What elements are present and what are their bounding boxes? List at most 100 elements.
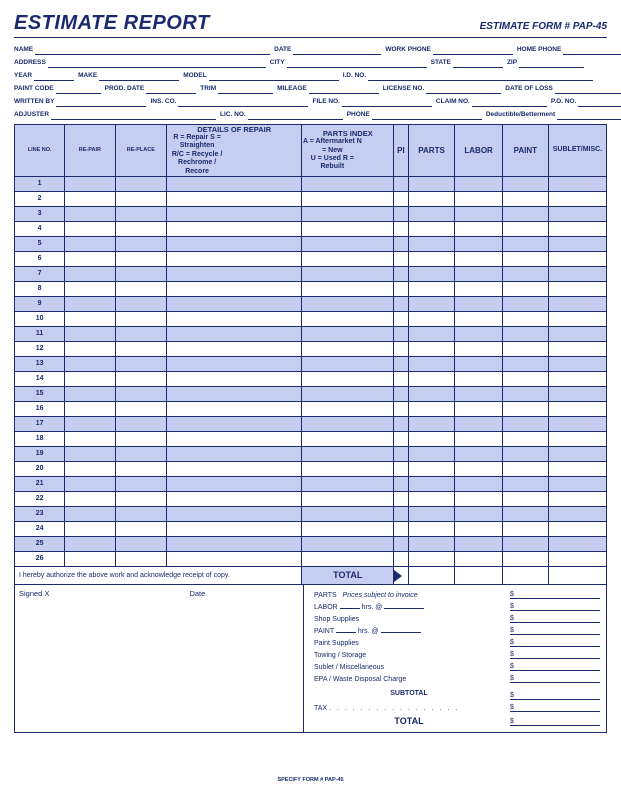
total-sublet[interactable] — [548, 566, 606, 584]
cell-labor[interactable] — [455, 326, 502, 341]
cell-pi[interactable] — [394, 326, 408, 341]
cell-details[interactable] — [167, 446, 302, 461]
cell-paint[interactable] — [502, 476, 548, 491]
cell-pi[interactable] — [394, 476, 408, 491]
cell-details[interactable] — [167, 551, 302, 566]
cell-sublet[interactable] — [548, 386, 606, 401]
cell-replace[interactable] — [115, 176, 167, 191]
cell-replace[interactable] — [115, 446, 167, 461]
cell-partsidx[interactable] — [302, 326, 394, 341]
cell-repair[interactable] — [65, 176, 115, 191]
cell-pi[interactable] — [394, 551, 408, 566]
cell-parts[interactable] — [408, 266, 455, 281]
amt-subtotal[interactable] — [510, 692, 600, 700]
cell-details[interactable] — [167, 176, 302, 191]
cell-replace[interactable] — [115, 506, 167, 521]
cell-partsidx[interactable] — [302, 251, 394, 266]
cell-partsidx[interactable] — [302, 506, 394, 521]
cell-paint[interactable] — [502, 251, 548, 266]
cell-repair[interactable] — [65, 536, 115, 551]
cell-labor[interactable] — [455, 266, 502, 281]
cell-replace[interactable] — [115, 371, 167, 386]
cell-labor[interactable] — [455, 296, 502, 311]
cell-replace[interactable] — [115, 191, 167, 206]
cell-sublet[interactable] — [548, 551, 606, 566]
cell-repair[interactable] — [65, 521, 115, 536]
amt-epa[interactable] — [510, 675, 600, 683]
cell-labor[interactable] — [455, 236, 502, 251]
cell-repair[interactable] — [65, 326, 115, 341]
cell-paint[interactable] — [502, 551, 548, 566]
cell-details[interactable] — [167, 401, 302, 416]
cell-partsidx[interactable] — [302, 416, 394, 431]
cell-partsidx[interactable] — [302, 551, 394, 566]
amt-parts[interactable] — [510, 591, 600, 599]
cell-details[interactable] — [167, 206, 302, 221]
field-homephone[interactable]: HOME PHONE — [517, 44, 621, 55]
cell-parts[interactable] — [408, 371, 455, 386]
cell-details[interactable] — [167, 281, 302, 296]
cell-paint[interactable] — [502, 386, 548, 401]
cell-replace[interactable] — [115, 266, 167, 281]
field-year[interactable]: YEAR — [14, 70, 74, 81]
cell-partsidx[interactable] — [302, 221, 394, 236]
cell-paint[interactable] — [502, 266, 548, 281]
cell-pi[interactable] — [394, 521, 408, 536]
cell-repair[interactable] — [65, 281, 115, 296]
cell-replace[interactable] — [115, 416, 167, 431]
total-parts[interactable] — [408, 566, 455, 584]
cell-partsidx[interactable] — [302, 521, 394, 536]
cell-labor[interactable] — [455, 191, 502, 206]
field-city[interactable]: CITY — [270, 57, 427, 68]
cell-pi[interactable] — [394, 176, 408, 191]
cell-partsidx[interactable] — [302, 236, 394, 251]
cell-details[interactable] — [167, 461, 302, 476]
cell-replace[interactable] — [115, 536, 167, 551]
cell-pi[interactable] — [394, 416, 408, 431]
cell-labor[interactable] — [455, 356, 502, 371]
cell-parts[interactable] — [408, 521, 455, 536]
cell-repair[interactable] — [65, 386, 115, 401]
cell-details[interactable] — [167, 341, 302, 356]
field-proddate[interactable]: PROD. DATE — [105, 83, 197, 94]
cell-parts[interactable] — [408, 401, 455, 416]
cell-replace[interactable] — [115, 281, 167, 296]
cell-sublet[interactable] — [548, 221, 606, 236]
cell-details[interactable] — [167, 296, 302, 311]
cell-repair[interactable] — [65, 416, 115, 431]
cell-repair[interactable] — [65, 356, 115, 371]
cell-labor[interactable] — [455, 431, 502, 446]
cell-repair[interactable] — [65, 311, 115, 326]
cell-paint[interactable] — [502, 431, 548, 446]
cell-labor[interactable] — [455, 371, 502, 386]
cell-paint[interactable] — [502, 506, 548, 521]
cell-sublet[interactable] — [548, 281, 606, 296]
cell-parts[interactable] — [408, 206, 455, 221]
cell-paint[interactable] — [502, 221, 548, 236]
cell-paint[interactable] — [502, 446, 548, 461]
cell-sublet[interactable] — [548, 461, 606, 476]
cell-parts[interactable] — [408, 551, 455, 566]
cell-sublet[interactable] — [548, 236, 606, 251]
field-model[interactable]: MODEL — [183, 70, 338, 81]
cell-pi[interactable] — [394, 491, 408, 506]
cell-details[interactable] — [167, 236, 302, 251]
cell-sublet[interactable] — [548, 401, 606, 416]
field-licno[interactable]: LIC. NO. — [220, 109, 343, 120]
cell-partsidx[interactable] — [302, 296, 394, 311]
field-licenseno[interactable]: LICENSE NO. — [383, 83, 502, 94]
cell-parts[interactable] — [408, 506, 455, 521]
cell-parts[interactable] — [408, 476, 455, 491]
cell-parts[interactable] — [408, 431, 455, 446]
cell-replace[interactable] — [115, 341, 167, 356]
cell-sublet[interactable] — [548, 431, 606, 446]
field-pono[interactable]: P.O. NO. — [551, 96, 621, 107]
field-address[interactable]: ADDRESS — [14, 57, 266, 68]
cell-sublet[interactable] — [548, 311, 606, 326]
cell-pi[interactable] — [394, 401, 408, 416]
cell-repair[interactable] — [65, 401, 115, 416]
cell-paint[interactable] — [502, 176, 548, 191]
cell-labor[interactable] — [455, 521, 502, 536]
cell-details[interactable] — [167, 371, 302, 386]
cell-partsidx[interactable] — [302, 401, 394, 416]
